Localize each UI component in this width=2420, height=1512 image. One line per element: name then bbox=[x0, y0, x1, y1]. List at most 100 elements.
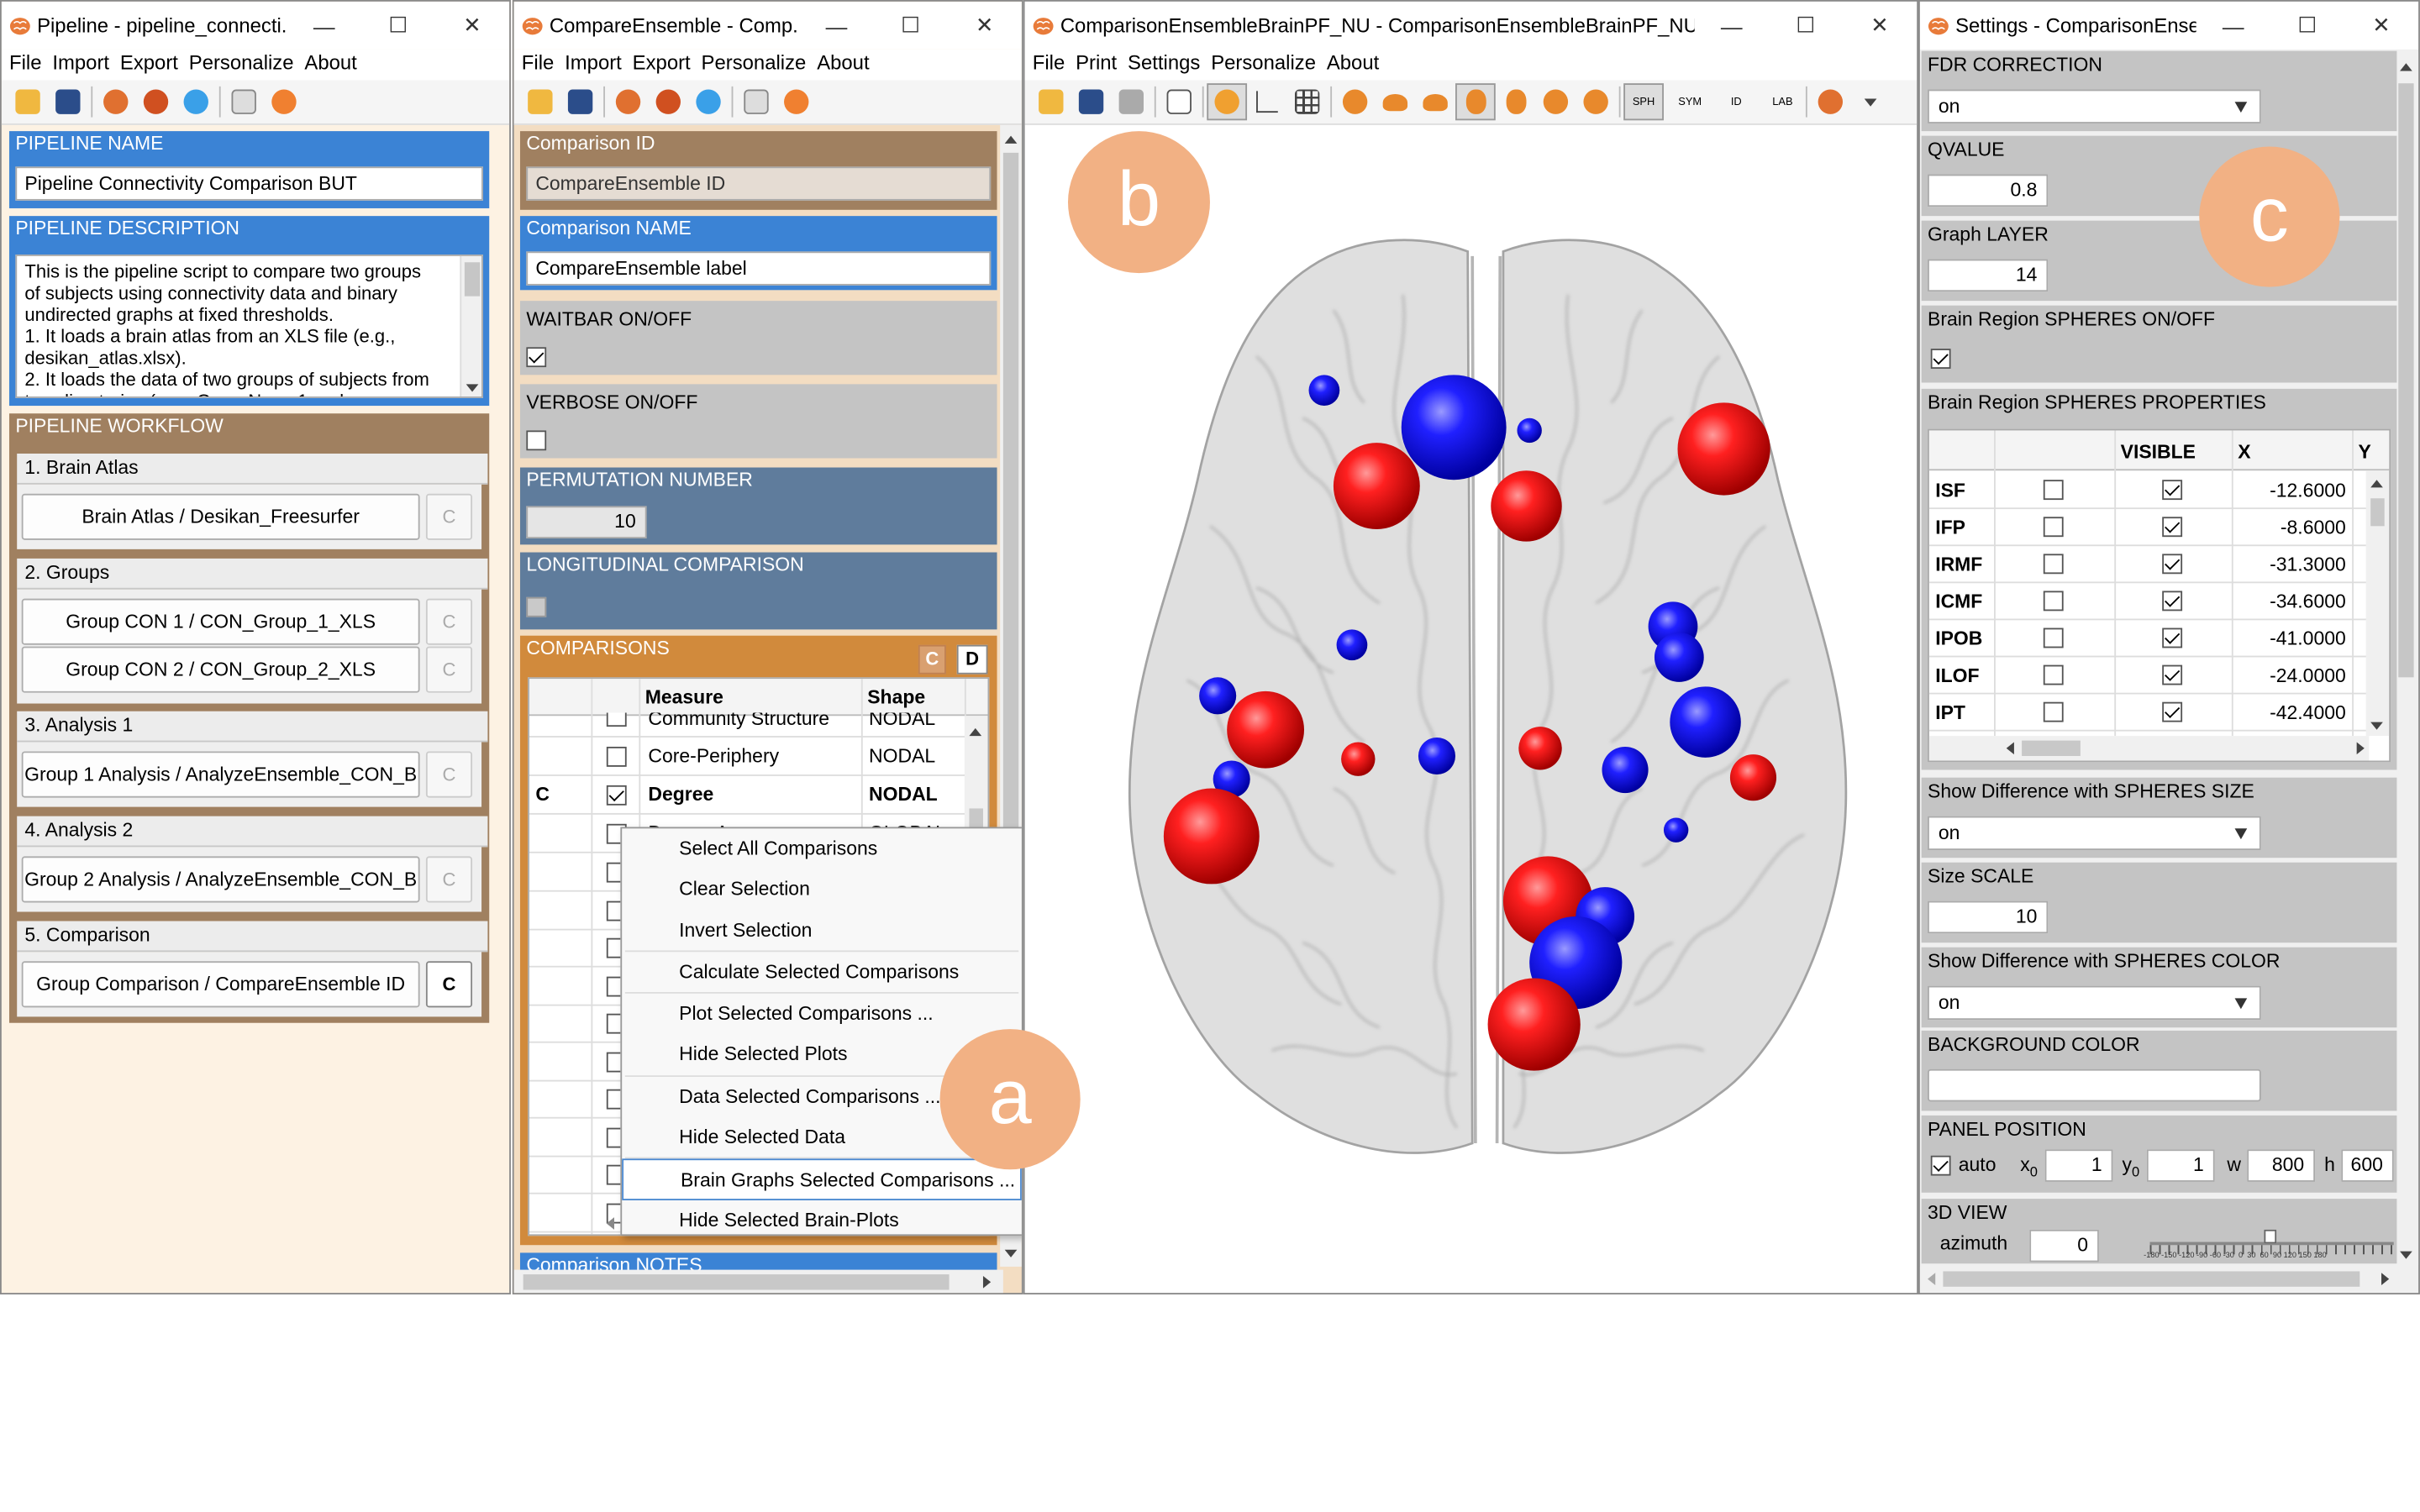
props-table-row[interactable]: IPOB -41.0000 bbox=[1928, 620, 2370, 658]
row-checkbox[interactable] bbox=[606, 746, 627, 767]
select-checkbox[interactable] bbox=[2043, 517, 2064, 538]
props-table-row[interactable]: ILOF -24.0000 bbox=[1928, 657, 2370, 695]
menu-export[interactable]: Export bbox=[633, 50, 691, 81]
twitter-icon[interactable] bbox=[176, 83, 216, 120]
visible-checkbox[interactable] bbox=[2162, 627, 2183, 648]
group2-analysis-button[interactable]: Group 2 Analysis / AnalyzeEnsemble_CON_B bbox=[21, 856, 420, 903]
settings-scrollbar[interactable] bbox=[2393, 52, 2419, 1266]
menu-personalize[interactable]: Personalize bbox=[702, 50, 807, 81]
props-hscrollbar[interactable] bbox=[1928, 736, 2370, 761]
brain-view-coronal-anterior-icon[interactable] bbox=[1536, 83, 1576, 120]
sym-button[interactable]: SYM bbox=[1670, 83, 1710, 120]
close-button[interactable]: ✕ bbox=[948, 13, 1022, 39]
save-icon[interactable] bbox=[560, 83, 601, 120]
menu-select-all[interactable]: Select All Comparisons bbox=[622, 828, 1022, 869]
close-button[interactable]: ✕ bbox=[435, 13, 509, 39]
chevron-up-icon[interactable] bbox=[2400, 63, 2412, 71]
forum-icon[interactable] bbox=[648, 83, 688, 120]
props-table-row[interactable]: ICMF -34.6000 bbox=[1928, 583, 2370, 621]
visible-checkbox[interactable] bbox=[2162, 554, 2183, 575]
brain-view-coronal-posterior-icon[interactable] bbox=[1576, 83, 1616, 120]
select-checkbox[interactable] bbox=[2043, 664, 2064, 685]
print-icon[interactable] bbox=[1111, 83, 1151, 120]
brain-view-3d-icon[interactable] bbox=[1335, 83, 1376, 120]
props-table-row[interactable]: IPT -42.4000 bbox=[1928, 695, 2370, 732]
group-con2-c-button[interactable]: C bbox=[425, 646, 473, 693]
web-icon[interactable] bbox=[1810, 83, 1850, 120]
menu-invert-selection[interactable]: Invert Selection bbox=[622, 910, 1022, 950]
brain-view-sagittal-right-icon[interactable] bbox=[1415, 83, 1455, 120]
menu-personalize[interactable]: Personalize bbox=[189, 50, 294, 81]
lab-button[interactable]: LAB bbox=[1763, 83, 1803, 120]
select-checkbox[interactable] bbox=[2043, 591, 2064, 612]
menu-about[interactable]: About bbox=[1327, 50, 1379, 81]
visible-checkbox[interactable] bbox=[2162, 517, 2183, 538]
spheres-onoff-checkbox[interactable] bbox=[1930, 349, 1951, 369]
web-icon[interactable] bbox=[608, 83, 649, 120]
group-con1-button[interactable]: Group CON 1 / CON_Group_1_XLS bbox=[21, 598, 420, 645]
props-scrollbar[interactable] bbox=[2365, 470, 2390, 737]
y0-field[interactable]: 1 bbox=[2146, 1149, 2215, 1182]
chevron-left-icon[interactable] bbox=[2006, 742, 2014, 755]
license-icon[interactable] bbox=[224, 83, 264, 120]
chevron-right-icon[interactable] bbox=[982, 1275, 992, 1289]
select-checkbox[interactable] bbox=[2043, 554, 2064, 575]
description-scrollbar[interactable] bbox=[460, 255, 482, 397]
h-field[interactable]: 600 bbox=[2341, 1149, 2394, 1182]
chevron-down-icon[interactable] bbox=[1850, 83, 1891, 120]
props-table-row[interactable]: IRMF -31.3000 bbox=[1928, 546, 2370, 584]
background-color-swatch[interactable] bbox=[1928, 1068, 2261, 1102]
minimize-button[interactable]: — bbox=[799, 13, 873, 38]
menu-print[interactable]: Print bbox=[1076, 50, 1117, 81]
settings-panel-icon[interactable] bbox=[1159, 83, 1199, 120]
group-con2-button[interactable]: Group CON 2 / CON_Group_2_XLS bbox=[21, 646, 420, 693]
help-icon[interactable] bbox=[776, 83, 817, 120]
row-checkbox[interactable] bbox=[606, 712, 627, 727]
menu-file[interactable]: File bbox=[522, 50, 554, 81]
shape-column-header[interactable]: Shape bbox=[867, 686, 925, 708]
visible-checkbox[interactable] bbox=[2162, 480, 2183, 501]
minimize-button[interactable]: — bbox=[287, 13, 361, 38]
menu-plot-selected[interactable]: Plot Selected Comparisons ... bbox=[622, 994, 1022, 1034]
brain-view-axial-icon[interactable] bbox=[1455, 83, 1496, 121]
menu-about[interactable]: About bbox=[817, 50, 869, 81]
chevron-down-icon[interactable] bbox=[2370, 722, 2383, 730]
group1-analysis-button[interactable]: Group 1 Analysis / AnalyzeEnsemble_CON_B bbox=[21, 751, 420, 798]
azimuth-field[interactable]: 0 bbox=[2029, 1229, 2099, 1263]
select-checkbox[interactable] bbox=[2043, 627, 2064, 648]
group-comparison-c-button[interactable]: C bbox=[425, 961, 473, 1008]
horizontal-scrollbar[interactable] bbox=[513, 1269, 1003, 1294]
c-toggle-button[interactable]: C bbox=[918, 644, 946, 675]
group-con1-c-button[interactable]: C bbox=[425, 598, 473, 645]
props-table-row[interactable]: IFP -8.6000 bbox=[1928, 509, 2370, 547]
chevron-up-icon[interactable] bbox=[969, 727, 982, 737]
axis-icon[interactable] bbox=[1247, 83, 1287, 120]
maximize-button[interactable]: ☐ bbox=[1769, 13, 1843, 39]
brain-view-sagittal-left-icon[interactable] bbox=[1375, 83, 1415, 120]
verbose-checkbox[interactable] bbox=[526, 430, 547, 451]
menu-file[interactable]: File bbox=[9, 50, 41, 81]
grid-icon[interactable] bbox=[1287, 83, 1328, 120]
table-row[interactable]: Core-Periphery NODAL bbox=[529, 739, 966, 776]
graph-layer-field[interactable]: 14 bbox=[1928, 259, 2049, 292]
menu-brain-graphs-selected[interactable]: Brain Graphs Selected Comparisons ... bbox=[622, 1159, 1022, 1200]
chevron-up-icon[interactable] bbox=[2370, 480, 2383, 488]
qvalue-field[interactable]: 0.8 bbox=[1928, 174, 2049, 207]
d-toggle-button[interactable]: D bbox=[956, 644, 988, 675]
y-column-header[interactable]: Y bbox=[2358, 441, 2370, 463]
forum-icon[interactable] bbox=[136, 83, 176, 120]
maximize-button[interactable]: ☐ bbox=[361, 13, 435, 39]
brain-view-axial-inferior-icon[interactable] bbox=[1496, 83, 1536, 120]
menu-import[interactable]: Import bbox=[565, 50, 622, 81]
close-button[interactable]: ✕ bbox=[2344, 13, 2418, 39]
chevron-right-icon[interactable] bbox=[2356, 742, 2365, 755]
fdr-dropdown[interactable]: on bbox=[1928, 89, 2261, 123]
pipeline-description-field[interactable]: This is the pipeline script to compare t… bbox=[15, 255, 483, 398]
menu-export[interactable]: Export bbox=[120, 50, 178, 81]
menu-calculate-selected[interactable]: Calculate Selected Comparisons bbox=[622, 952, 1022, 992]
color-diff-dropdown[interactable]: on bbox=[1928, 985, 2261, 1021]
azimuth-slider[interactable]: -180 -150 -120 -90 -60 -30 0 30 60 90 12… bbox=[2144, 1226, 2394, 1263]
size-scale-field[interactable]: 10 bbox=[1928, 900, 2049, 934]
chevron-right-icon[interactable] bbox=[2381, 1273, 2390, 1285]
w-field[interactable]: 800 bbox=[2247, 1149, 2316, 1182]
